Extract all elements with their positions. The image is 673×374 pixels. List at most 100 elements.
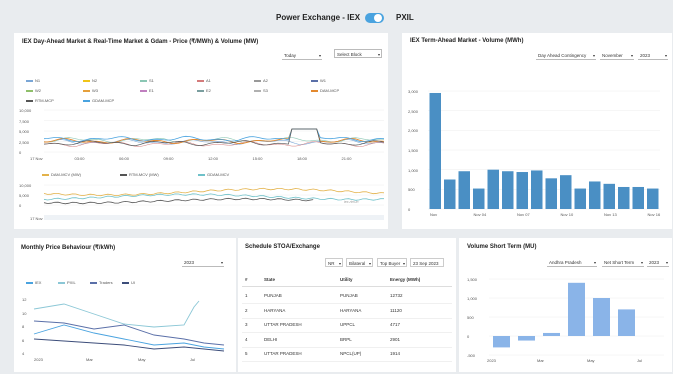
legend-item[interactable]: UI <box>122 280 135 285</box>
bar[interactable] <box>589 181 601 209</box>
contract-select[interactable]: Day Ahead Contingency ▾ <box>536 51 596 60</box>
type-select[interactable]: Net Short Term ▾ <box>602 258 644 267</box>
bar[interactable] <box>593 298 610 336</box>
x-tick-label: Jul <box>190 357 196 362</box>
bar[interactable] <box>502 171 514 209</box>
legend-swatch <box>140 90 147 92</box>
legend-label: GDAM-MCP <box>92 98 115 103</box>
bar[interactable] <box>574 188 587 209</box>
legend-item[interactable]: PXIL <box>58 280 76 285</box>
year-select[interactable]: 2023 ▾ <box>182 258 224 267</box>
legend-item[interactable]: GDAM-MCP <box>83 98 114 103</box>
bar[interactable] <box>647 188 659 209</box>
legend-swatch <box>122 282 129 284</box>
chevron-down-icon: ▾ <box>592 53 595 58</box>
table-cell: 1 <box>245 293 248 298</box>
bar[interactable] <box>543 332 560 336</box>
legend-label: N1 <box>35 78 41 83</box>
y-tick-label: 10,000 <box>19 183 32 188</box>
x-tick-label: Nov 16 <box>647 212 661 217</box>
legend-item[interactable]: W3 <box>83 88 98 93</box>
bar[interactable] <box>493 336 510 348</box>
legend-item[interactable]: RTM-MCP <box>26 98 54 103</box>
table-cell: 2 <box>245 307 248 313</box>
y-tick-label: 10 <box>22 310 27 316</box>
legend-label: S1 <box>149 78 154 83</box>
legend-item[interactable]: A1 <box>197 78 211 83</box>
y-tick-label: 0 <box>19 150 22 155</box>
panel-title: Schedule STOA/Exchange <box>245 244 320 250</box>
bar[interactable] <box>568 282 585 336</box>
legend-item[interactable]: RTM-MCV (MW) <box>120 172 159 177</box>
legend-item[interactable]: W1 <box>311 78 326 83</box>
y-tick-label: 6 <box>22 337 25 343</box>
chevron-down-icon: ▾ <box>630 53 633 58</box>
chevron-down-icon: ▾ <box>368 261 371 266</box>
bar[interactable] <box>618 309 635 336</box>
bar[interactable] <box>545 178 558 209</box>
legend-swatch <box>198 174 205 176</box>
divider <box>242 286 452 287</box>
bar[interactable] <box>560 175 572 209</box>
x-tick-label: Mar <box>537 358 544 363</box>
transaction-select[interactable]: Bilateral ▾ <box>346 258 373 267</box>
legend-item[interactable]: E2 <box>197 88 211 93</box>
legend-swatch <box>83 100 90 102</box>
y-tick-label: 5,000 <box>19 129 30 134</box>
chevron-down-icon: ▾ <box>664 53 667 58</box>
table-cell: 12732 <box>390 293 403 298</box>
table-cell: HARYANA <box>264 307 286 313</box>
table-cell: NPCL(UP) <box>340 351 362 356</box>
legend-item[interactable]: E1 <box>140 88 154 93</box>
region-select[interactable]: NR ▾ <box>325 258 343 267</box>
legend-swatch <box>58 282 65 284</box>
bar[interactable] <box>603 183 616 209</box>
legend-item[interactable]: N1 <box>26 78 40 83</box>
legend-item[interactable]: W2 <box>26 88 41 93</box>
bar[interactable] <box>487 169 500 209</box>
x-tick-label: 2023 <box>34 357 43 362</box>
legend-swatch <box>197 80 204 82</box>
x-tick-label: 17 Nov <box>30 156 43 161</box>
legend-item[interactable]: S3 <box>254 88 268 93</box>
legend-item[interactable]: IEX <box>26 280 41 285</box>
column-header: State <box>264 277 276 282</box>
legend-swatch <box>120 174 127 176</box>
bar[interactable] <box>458 171 471 209</box>
table-cell: DELHI <box>264 336 278 342</box>
page-header: Power Exchange - IEX PXIL <box>0 0 673 28</box>
table-cell: 5 <box>245 351 248 356</box>
legend-item[interactable]: S1 <box>140 78 154 83</box>
legend-label: GDAM-MCV <box>207 172 230 177</box>
table-cell: PUNJAB <box>340 293 358 298</box>
legend-item[interactable]: DAM-MCV (MW) <box>42 172 81 177</box>
year-select[interactable]: 2023 ▾ <box>638 51 668 60</box>
bar[interactable] <box>632 186 645 209</box>
bar[interactable] <box>516 172 529 209</box>
volume-series-line <box>43 197 314 205</box>
panel-title: Monthly Price Behaviour (₹/kWh) <box>21 245 116 251</box>
month-select[interactable]: November ▾ <box>600 51 634 60</box>
legend-item[interactable]: A2 <box>254 78 268 83</box>
legend-item[interactable]: DAM-MCP <box>311 88 339 93</box>
legend-item[interactable]: N2 <box>83 78 97 83</box>
y-tick-label: 2,500 <box>408 108 419 114</box>
date-picker[interactable]: 23 Sep 2023 <box>410 258 444 267</box>
bar[interactable] <box>618 186 630 209</box>
date-select[interactable]: Today ▾ <box>282 51 322 60</box>
exchange-toggle[interactable] <box>365 13 384 23</box>
bar[interactable] <box>444 179 456 210</box>
legend-item[interactable]: GDAM-MCV <box>198 172 229 177</box>
legend-item[interactable]: Traders <box>90 280 113 285</box>
bar[interactable] <box>473 188 485 209</box>
year-select[interactable]: 2023 ▾ <box>647 258 669 267</box>
bar[interactable] <box>518 336 535 341</box>
buyer-select[interactable]: Top Buyer ▾ <box>377 258 407 267</box>
bar[interactable] <box>531 170 543 209</box>
range-slider[interactable] <box>44 215 384 220</box>
bar[interactable] <box>429 92 442 209</box>
x-tick-label: Nov 07 <box>517 212 530 217</box>
block-select[interactable]: Select Block ▾ <box>334 49 382 58</box>
pxil-option[interactable]: PXIL <box>396 13 414 22</box>
state-select[interactable]: Andhra Pradesh ▾ <box>547 258 597 267</box>
